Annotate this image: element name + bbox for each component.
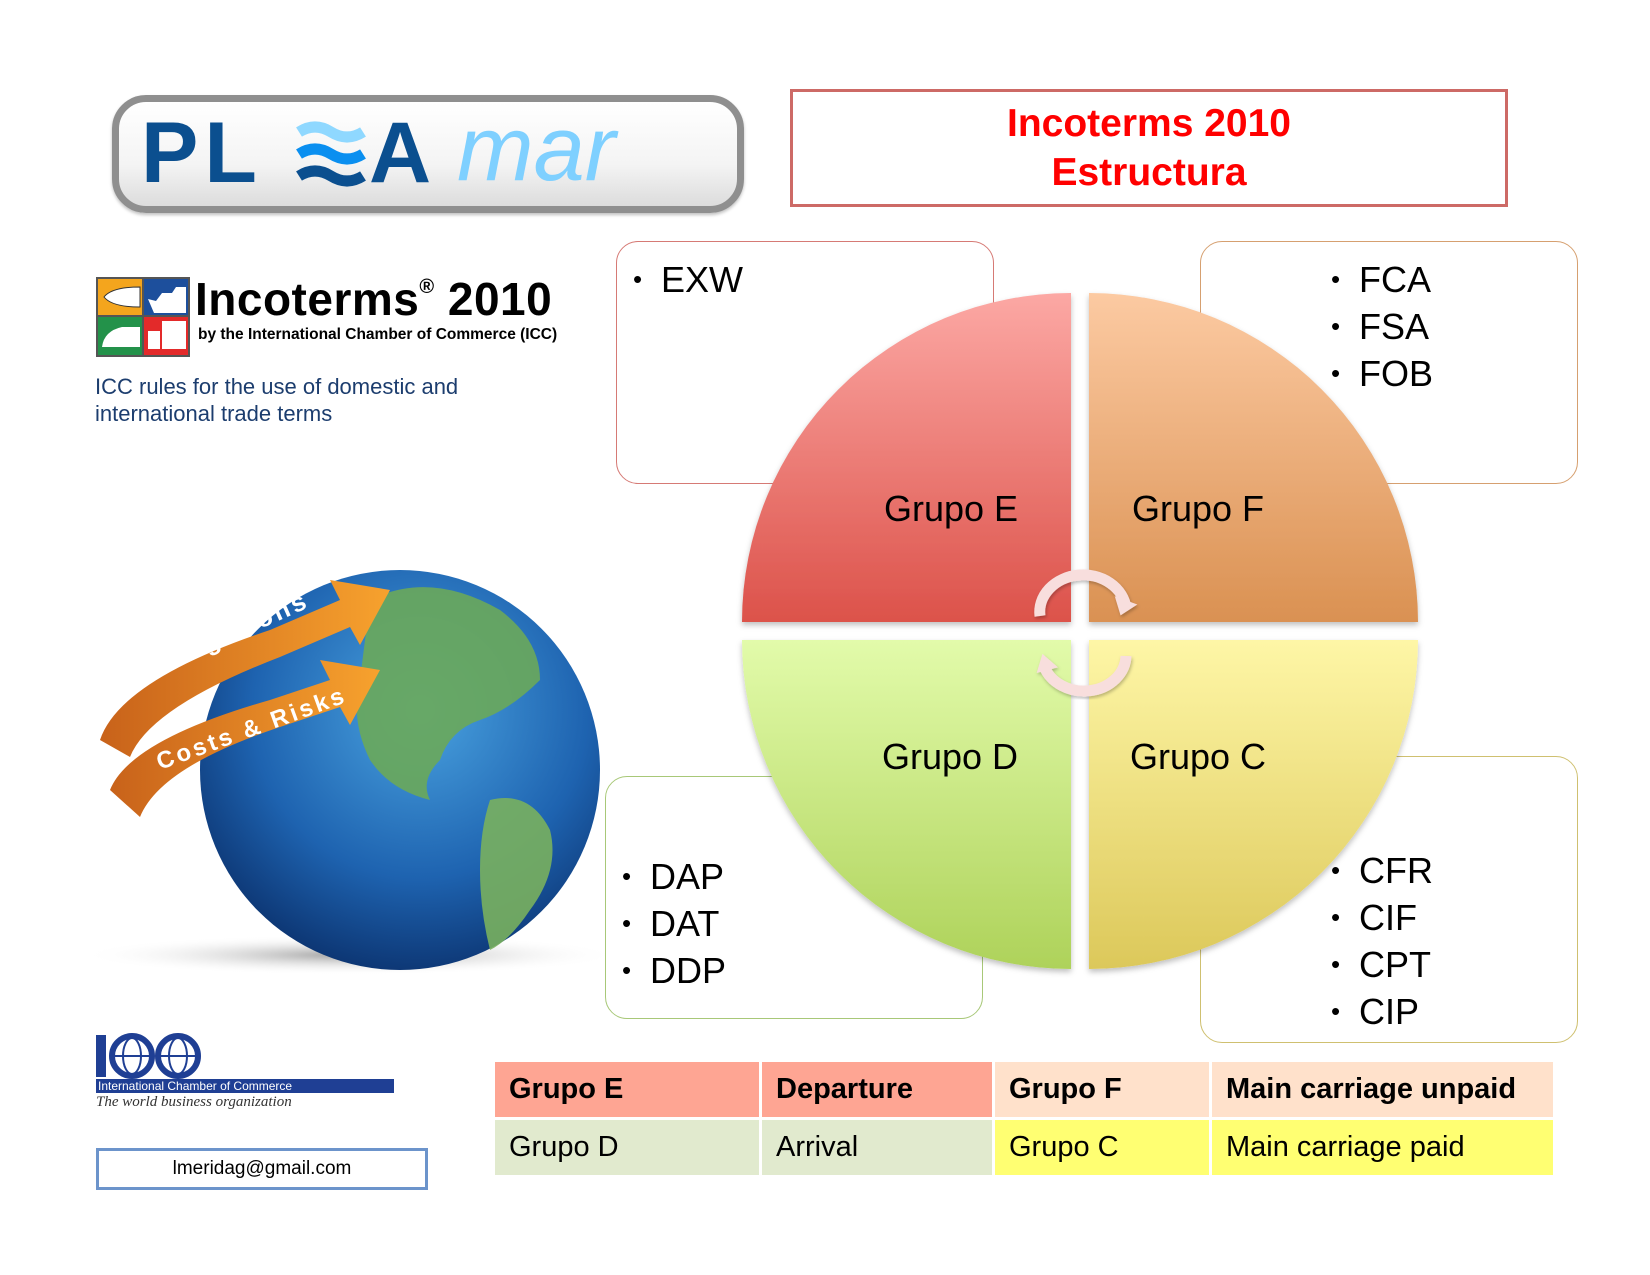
- logo-text-mar: mar: [457, 102, 619, 200]
- email-box: lmeridag@gmail.com: [96, 1148, 428, 1190]
- train-icon: [98, 317, 142, 355]
- table-row: Grupo D Arrival Grupo C Main carriage pa…: [495, 1120, 1553, 1175]
- pleamar-logo: PL A mar: [112, 95, 744, 213]
- terms-list-c: CFR CIF CPT CIP: [1331, 847, 1433, 1035]
- terms-list-f: FCA FSA FOB: [1331, 256, 1433, 397]
- icc-band: International Chamber of Commerce: [96, 1079, 394, 1093]
- ship-icon: [144, 279, 188, 315]
- registered-mark: ®: [419, 276, 435, 298]
- south-america: [480, 798, 553, 950]
- incoterms-transport-icons: [96, 277, 190, 357]
- quadrant-label-f: Grupo F: [1132, 488, 1265, 529]
- icc-tagline: The world business organization: [96, 1094, 292, 1110]
- table-cell: Grupo C: [995, 1120, 1209, 1175]
- incoterms-word: Incoterms: [195, 273, 420, 325]
- incoterms-logo-title: Incoterms® 2010: [195, 272, 552, 326]
- logo-text-pl: PL: [141, 105, 263, 201]
- table-cell: Grupo E: [495, 1062, 759, 1117]
- cycle-arrow-top-icon: [1034, 569, 1138, 617]
- wave-icon: [296, 121, 366, 187]
- callout-grupo-c: CFR CIF CPT CIP: [1200, 756, 1578, 1043]
- term-item: DAT: [622, 900, 726, 947]
- callout-grupo-d: DAP DAT DDP: [605, 776, 983, 1019]
- icc-rules-line-2: international trade terms: [95, 401, 333, 426]
- quadrant-label-e: Grupo E: [884, 488, 1019, 529]
- terms-list-e: EXW: [633, 256, 743, 303]
- logo-text-a: A: [369, 105, 431, 201]
- summary-table: Grupo E Departure Grupo F Main carriage …: [492, 1059, 1556, 1178]
- title-line-1: Incoterms 2010: [1007, 102, 1291, 145]
- term-item: CIP: [1331, 988, 1433, 1035]
- callout-grupo-f: FCA FSA FOB: [1200, 241, 1578, 484]
- term-item: DDP: [622, 947, 726, 994]
- email-text[interactable]: lmeridag@gmail.com: [173, 1158, 352, 1180]
- incoterms-year: 2010: [447, 273, 553, 325]
- callout-grupo-e: EXW: [616, 241, 994, 484]
- table-cell: Main carriage paid: [1212, 1120, 1553, 1175]
- term-item: EXW: [633, 256, 743, 303]
- terms-list-d: DAP DAT DDP: [622, 853, 726, 994]
- icc-rules-text: ICC rules for the use of domestic and in…: [95, 373, 615, 427]
- globe-icon: [155, 1033, 201, 1079]
- icc-rules-line-1: ICC rules for the use of domestic and: [95, 374, 459, 399]
- table-cell: Grupo F: [995, 1062, 1209, 1117]
- title-box: Incoterms 2010 Estructura: [790, 89, 1508, 207]
- globe-illustration: Obligations Costs & Risks: [80, 570, 620, 975]
- title-line-2: Estructura: [1051, 151, 1247, 194]
- term-item: DAP: [622, 853, 726, 900]
- quadrant-label-c: Grupo C: [1130, 736, 1267, 777]
- incoterms-logo-subtitle: by the International Chamber of Commerce…: [198, 326, 558, 343]
- cycle-arrow-bottom-icon: [1036, 653, 1132, 697]
- table-cell: Arrival: [762, 1120, 992, 1175]
- table-cell: Main carriage unpaid: [1212, 1062, 1553, 1117]
- quadrant-label-d: Grupo D: [882, 736, 1019, 777]
- globe-icon: [109, 1033, 155, 1079]
- term-item: CPT: [1331, 941, 1433, 988]
- table-row: Grupo E Departure Grupo F Main carriage …: [495, 1062, 1553, 1117]
- truck-icon: [144, 317, 188, 355]
- term-item: FOB: [1331, 350, 1433, 397]
- term-item: CIF: [1331, 894, 1433, 941]
- table-cell: Grupo D: [495, 1120, 759, 1175]
- term-item: FCA: [1331, 256, 1433, 303]
- term-item: CFR: [1331, 847, 1433, 894]
- term-item: FSA: [1331, 303, 1433, 350]
- airplane-icon: [98, 279, 142, 315]
- table-cell: Departure: [762, 1062, 992, 1117]
